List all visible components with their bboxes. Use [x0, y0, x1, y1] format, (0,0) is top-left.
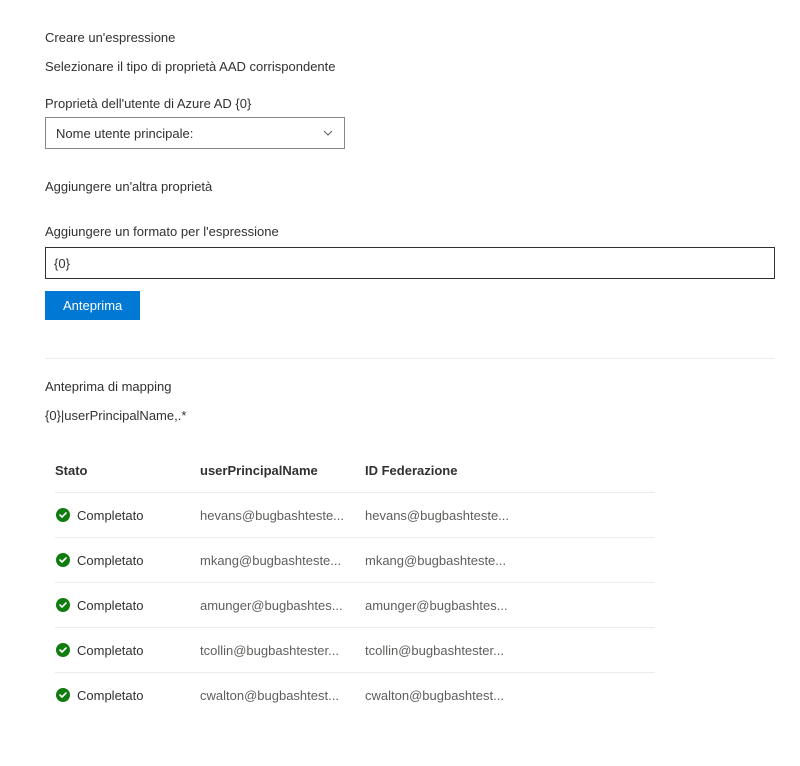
- status-label: Completato: [77, 598, 143, 613]
- status-label: Completato: [77, 643, 143, 658]
- column-header-stato: Stato: [55, 463, 200, 478]
- status-cell: Completato: [55, 507, 200, 523]
- success-check-icon: [55, 552, 71, 568]
- mapping-table: Stato userPrincipalName ID Federazione C…: [55, 453, 655, 717]
- property-dropdown[interactable]: Nome utente principale:: [45, 117, 345, 149]
- federation-id-cell: amunger@bugbashtes...: [365, 598, 655, 613]
- page-subtitle: Selezionare il tipo di proprietà AAD cor…: [45, 59, 755, 74]
- upn-cell: mkang@bugbashteste...: [200, 553, 365, 568]
- status-cell: Completato: [55, 687, 200, 703]
- property-label: Proprietà dell'utente di Azure AD {0}: [45, 96, 755, 111]
- add-property-link[interactable]: Aggiungere un'altra proprietà: [45, 179, 755, 194]
- status-cell: Completato: [55, 597, 200, 613]
- column-header-upn: userPrincipalName: [200, 463, 365, 478]
- status-cell: Completato: [55, 552, 200, 568]
- federation-id-cell: hevans@bugbashteste...: [365, 508, 655, 523]
- status-label: Completato: [77, 553, 143, 568]
- chevron-down-icon: [322, 127, 334, 139]
- mapping-expression: {0}|userPrincipalName,.*: [45, 408, 755, 423]
- column-header-federation: ID Federazione: [365, 463, 655, 478]
- success-check-icon: [55, 642, 71, 658]
- upn-cell: cwalton@bugbashtest...: [200, 688, 365, 703]
- table-row: Completato amunger@bugbashtes...amunger@b…: [55, 582, 655, 627]
- upn-cell: hevans@bugbashteste...: [200, 508, 365, 523]
- preview-button[interactable]: Anteprima: [45, 291, 140, 320]
- table-row: Completato hevans@bugbashteste...hevans@b…: [55, 492, 655, 537]
- status-cell: Completato: [55, 642, 200, 658]
- status-label: Completato: [77, 508, 143, 523]
- dropdown-selected-value: Nome utente principale:: [56, 126, 193, 141]
- federation-id-cell: mkang@bugbashteste...: [365, 553, 655, 568]
- status-label: Completato: [77, 688, 143, 703]
- success-check-icon: [55, 687, 71, 703]
- divider: [45, 358, 775, 359]
- table-row: Completato tcollin@bugbashtester...tcolli…: [55, 627, 655, 672]
- upn-cell: tcollin@bugbashtester...: [200, 643, 365, 658]
- mapping-preview-title: Anteprima di mapping: [45, 379, 755, 394]
- upn-cell: amunger@bugbashtes...: [200, 598, 365, 613]
- table-header: Stato userPrincipalName ID Federazione: [55, 453, 655, 492]
- page-title: Creare un'espressione: [45, 30, 755, 45]
- table-row: Completato mkang@bugbashteste...mkang@bug…: [55, 537, 655, 582]
- success-check-icon: [55, 597, 71, 613]
- format-input[interactable]: [45, 247, 775, 279]
- format-label: Aggiungere un formato per l'espressione: [45, 224, 755, 239]
- success-check-icon: [55, 507, 71, 523]
- table-row: Completato cwalton@bugbashtest...cwalton@…: [55, 672, 655, 717]
- federation-id-cell: cwalton@bugbashtest...: [365, 688, 655, 703]
- federation-id-cell: tcollin@bugbashtester...: [365, 643, 655, 658]
